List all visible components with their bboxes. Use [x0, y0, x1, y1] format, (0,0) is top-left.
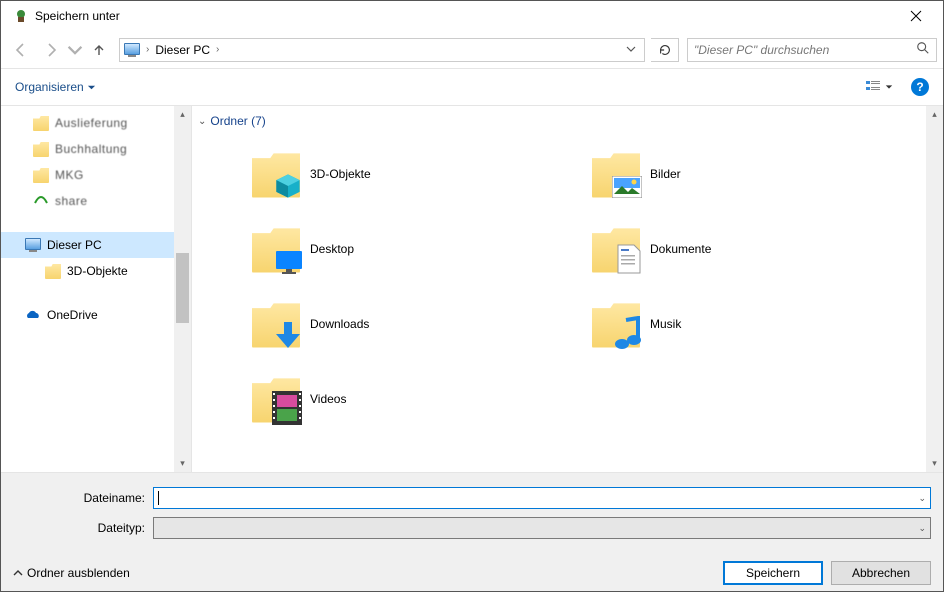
folder-icon: [592, 300, 640, 348]
folder-label: Downloads: [310, 317, 369, 331]
folder-item[interactable]: Bilder: [592, 136, 932, 211]
tree-label: share: [55, 194, 88, 208]
folder-item[interactable]: Downloads: [252, 286, 592, 361]
button-row: Ordner ausblenden Speichern Abbrechen: [13, 561, 931, 585]
save-button[interactable]: Speichern: [723, 561, 823, 585]
scroll-up-icon[interactable]: ▴: [174, 106, 191, 123]
view-options-button[interactable]: [865, 79, 893, 95]
body: Auslieferung Buchhaltung MKG share Diese…: [1, 105, 943, 472]
chevron-down-icon[interactable]: ⌄: [918, 493, 926, 504]
content-pane: ⌄ Ordner (7) 3D-Objekte Bilder Desktop Doku…: [191, 106, 943, 472]
filename-label: Dateiname:: [13, 491, 153, 505]
recent-dropdown[interactable]: [67, 36, 83, 64]
scroll-thumb[interactable]: [176, 253, 189, 323]
tree-item[interactable]: MKG: [1, 162, 174, 188]
tree-item[interactable]: Buchhaltung: [1, 136, 174, 162]
help-button[interactable]: ?: [911, 78, 929, 96]
search-input[interactable]: [694, 43, 916, 57]
filetype-label: Dateityp:: [13, 521, 153, 535]
sidebar-scrollbar[interactable]: ▴ ▾: [174, 106, 191, 472]
chevron-right-icon[interactable]: ›: [146, 44, 149, 55]
breadcrumb-bar[interactable]: › Dieser PC ›: [119, 38, 645, 62]
folder-icon: [592, 150, 640, 198]
tree-item[interactable]: Auslieferung: [1, 110, 174, 136]
tree-label: Dieser PC: [47, 238, 102, 252]
scroll-down-icon[interactable]: ▾: [926, 455, 943, 472]
pc-icon: [124, 42, 140, 58]
nav-row: › Dieser PC ›: [1, 31, 943, 69]
close-button[interactable]: [893, 1, 939, 31]
filetype-row: Dateityp: ⌄: [13, 517, 931, 539]
group-header-folders[interactable]: ⌄ Ordner (7): [192, 106, 943, 136]
organize-menu[interactable]: Organisieren: [15, 80, 96, 94]
folder-label: Bilder: [650, 167, 681, 181]
back-button[interactable]: [7, 36, 35, 64]
folder-item[interactable]: Videos: [252, 361, 592, 436]
refresh-button[interactable]: [651, 38, 679, 62]
folder-grid: 3D-Objekte Bilder Desktop Dokumente Download…: [192, 136, 943, 472]
tree-label: 3D-Objekte: [67, 264, 128, 278]
folder-item[interactable]: Desktop: [252, 211, 592, 286]
scroll-up-icon[interactable]: ▴: [926, 106, 943, 123]
folder-icon: [33, 115, 49, 131]
chevron-down-icon[interactable]: ⌄: [918, 523, 926, 534]
folder-icon: [33, 167, 49, 183]
tree-label: MKG: [55, 168, 84, 182]
tree-item-onedrive[interactable]: OneDrive: [1, 302, 174, 328]
folder-label: Videos: [310, 392, 346, 406]
folder-icon: [33, 141, 49, 157]
chevron-right-icon[interactable]: ›: [216, 44, 219, 55]
toolbar: Organisieren ?: [1, 69, 943, 105]
onedrive-icon: [25, 307, 41, 323]
tree-label: Auslieferung: [55, 116, 128, 130]
filetype-select[interactable]: ⌄: [153, 517, 931, 539]
organize-label: Organisieren: [15, 80, 84, 94]
sidebar: Auslieferung Buchhaltung MKG share Diese…: [1, 106, 191, 472]
app-icon: [13, 8, 29, 24]
scroll-track[interactable]: [926, 123, 943, 455]
nav-tree: Auslieferung Buchhaltung MKG share Diese…: [1, 106, 174, 472]
up-button[interactable]: [85, 36, 113, 64]
filename-input[interactable]: ⌄: [153, 487, 931, 509]
tree-item[interactable]: share: [1, 188, 174, 214]
filename-row: Dateiname: ⌄: [13, 487, 931, 509]
tree-item-this-pc[interactable]: Dieser PC: [1, 232, 174, 258]
tree-item-3d-objects[interactable]: 3D-Objekte: [1, 258, 174, 284]
tree-label: OneDrive: [47, 308, 98, 322]
folder-icon: [252, 225, 300, 273]
breadcrumb-location[interactable]: Dieser PC: [155, 43, 210, 57]
content-scrollbar[interactable]: ▴ ▾: [926, 106, 943, 472]
scroll-track[interactable]: [174, 123, 191, 455]
scroll-down-icon[interactable]: ▾: [174, 455, 191, 472]
folder-label: Musik: [650, 317, 681, 331]
chevron-up-icon: [13, 568, 23, 578]
chevron-down-icon: ⌄: [198, 116, 206, 127]
folder-icon: [252, 300, 300, 348]
forward-button[interactable]: [37, 36, 65, 64]
tree-label: Buchhaltung: [55, 142, 127, 156]
share-icon: [33, 193, 49, 209]
hide-folders-label: Ordner ausblenden: [27, 566, 130, 580]
search-box[interactable]: [687, 38, 937, 62]
folder-label: 3D-Objekte: [310, 167, 371, 181]
folder-label: Desktop: [310, 242, 354, 256]
folder-icon: [45, 263, 61, 279]
titlebar: Speichern unter: [1, 1, 943, 31]
folder-label: Dokumente: [650, 242, 711, 256]
folder-item[interactable]: 3D-Objekte: [252, 136, 592, 211]
bottom-panel: Dateiname: ⌄ Dateityp: ⌄ Ordner ausblend…: [1, 472, 943, 591]
hide-folders-button[interactable]: Ordner ausblenden: [13, 566, 130, 580]
cancel-button[interactable]: Abbrechen: [831, 561, 931, 585]
folder-item[interactable]: Dokumente: [592, 211, 932, 286]
folder-icon: [252, 375, 300, 423]
group-label: Ordner (7): [210, 114, 265, 128]
window-title: Speichern unter: [35, 9, 893, 23]
folder-icon: [592, 225, 640, 273]
search-icon[interactable]: [916, 41, 930, 58]
pc-icon: [25, 237, 41, 253]
breadcrumb-dropdown[interactable]: [622, 43, 640, 57]
folder-icon: [252, 150, 300, 198]
folder-item[interactable]: Musik: [592, 286, 932, 361]
